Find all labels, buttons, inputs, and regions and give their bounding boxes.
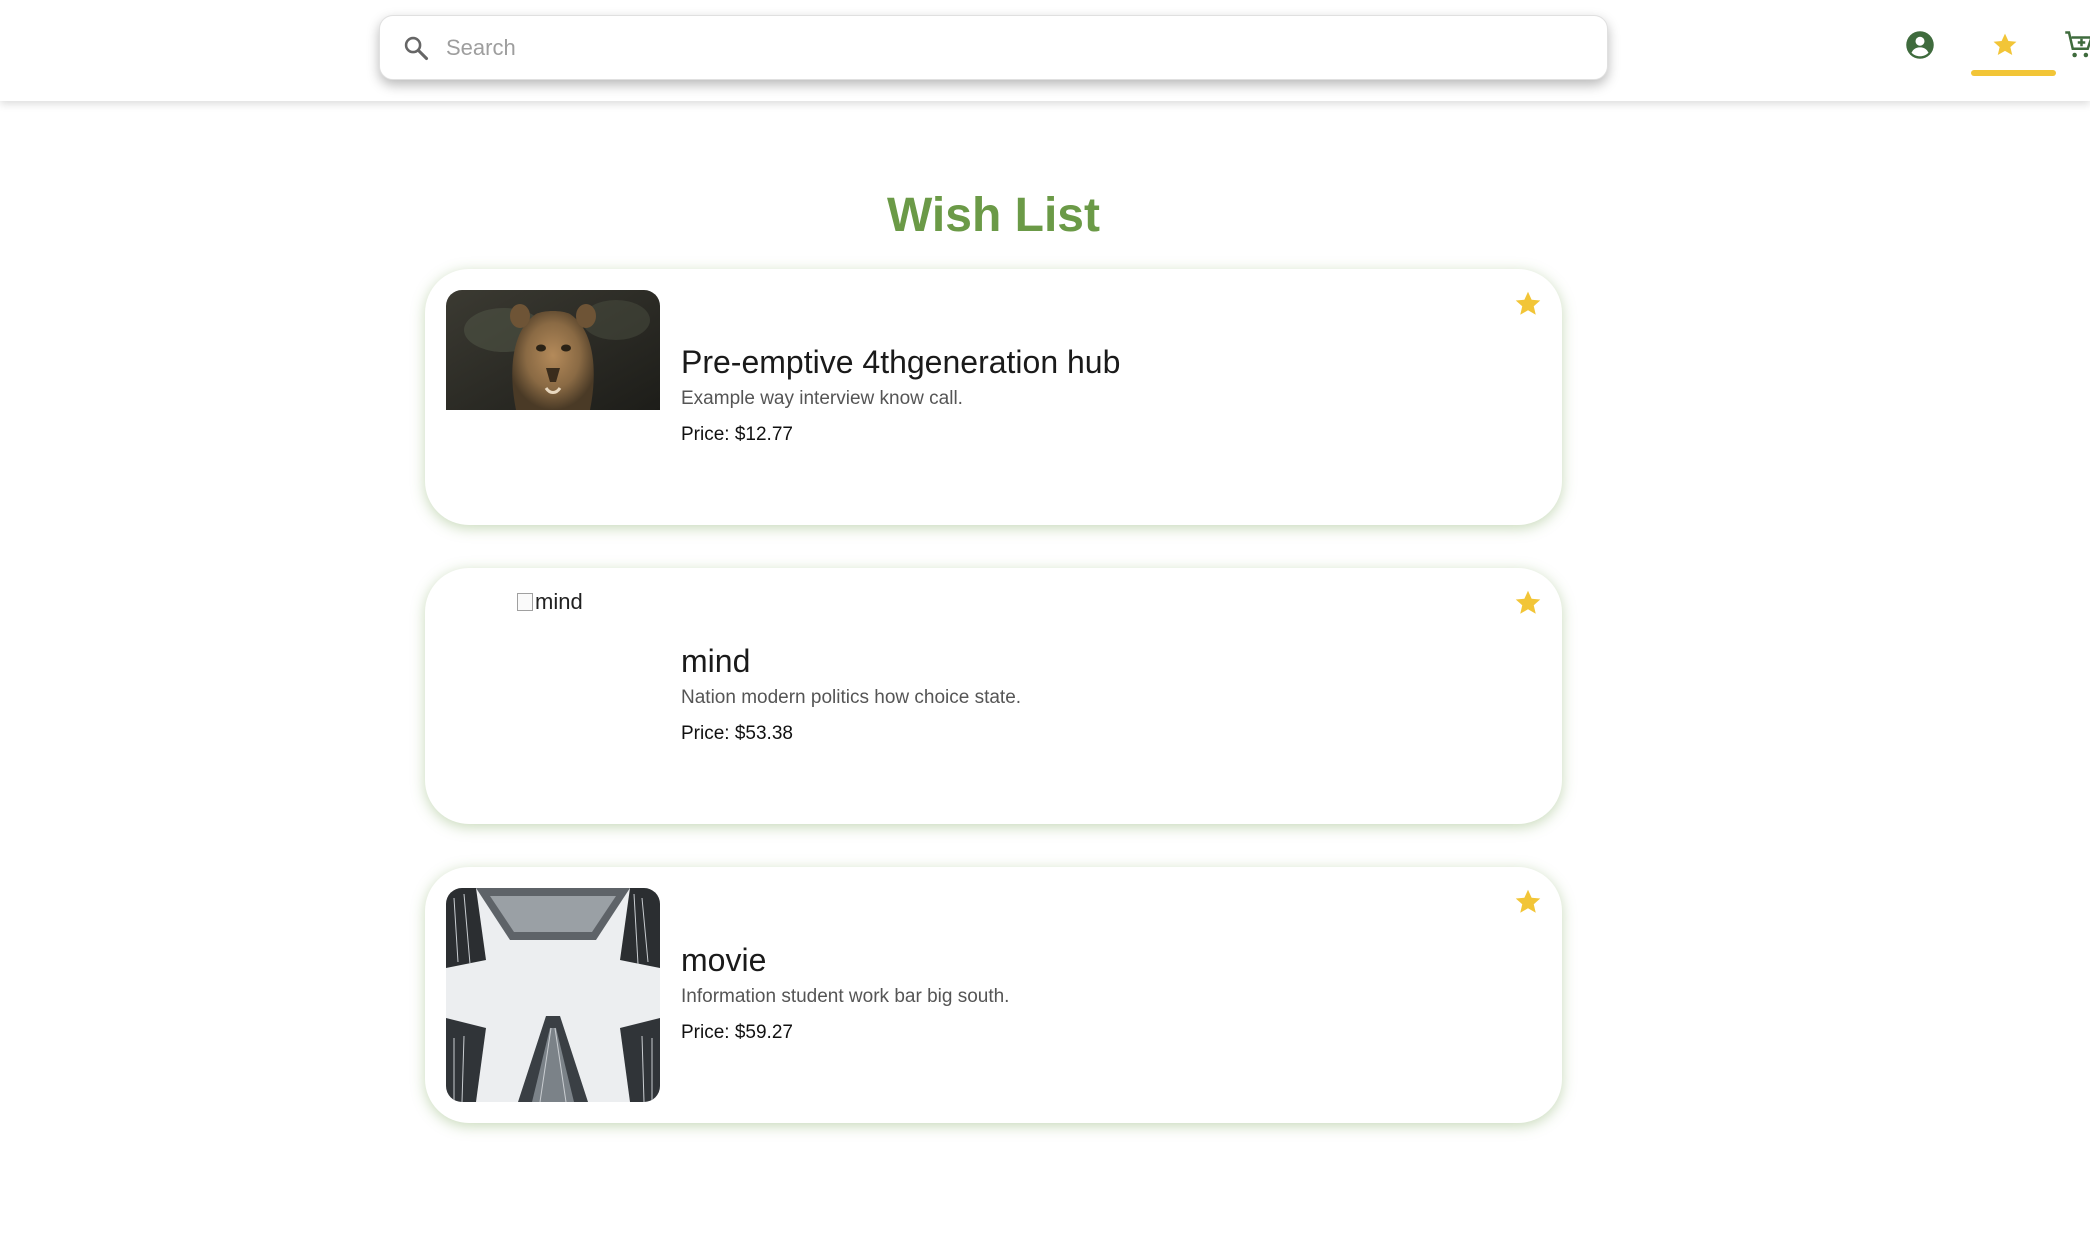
remove-from-wishlist-button[interactable] xyxy=(1510,288,1546,324)
product-description: Example way interview know call. xyxy=(681,388,963,409)
cart-button[interactable] xyxy=(2064,22,2090,72)
wishlist-card[interactable]: movie Information student work bar big s… xyxy=(425,867,1562,1123)
product-title[interactable]: mind xyxy=(681,641,1461,681)
remove-from-wishlist-button[interactable] xyxy=(1510,587,1546,623)
broken-image-alt: mind xyxy=(517,589,583,615)
search-input[interactable] xyxy=(446,27,1566,68)
top-bar xyxy=(0,0,2090,101)
star-icon xyxy=(1513,588,1543,623)
cart-icon xyxy=(2064,30,2090,65)
product-price: Price: $59.27 xyxy=(681,1022,793,1043)
wishlist-card[interactable]: Pre-emptive 4thgeneration hub Example wa… xyxy=(425,269,1562,525)
wishlist-card[interactable]: mind mind Nation modern politics how cho… xyxy=(425,568,1562,824)
product-image[interactable] xyxy=(446,290,660,504)
product-title[interactable]: movie xyxy=(681,940,1461,980)
star-icon xyxy=(1991,31,2019,64)
remove-from-wishlist-button[interactable] xyxy=(1510,886,1546,922)
search-box[interactable] xyxy=(379,15,1608,80)
product-info: Pre-emptive 4thgeneration hub Example wa… xyxy=(681,342,1461,448)
active-tab-indicator xyxy=(1971,70,2056,76)
broken-image-icon xyxy=(517,593,533,611)
wishlist-list: Pre-emptive 4thgeneration hub Example wa… xyxy=(425,269,1562,1166)
search-icon xyxy=(400,32,432,64)
wishlist-nav-button[interactable] xyxy=(1980,22,2030,72)
product-info: mind Nation modern politics how choice s… xyxy=(681,641,1461,747)
star-icon xyxy=(1513,887,1543,922)
product-description: Information student work bar big south. xyxy=(681,986,1010,1007)
page-title: Wish List xyxy=(887,189,1100,242)
product-image[interactable]: mind xyxy=(446,589,660,803)
product-price: Price: $12.77 xyxy=(681,424,793,445)
product-image[interactable] xyxy=(446,888,660,1102)
product-price: Price: $53.38 xyxy=(681,723,793,744)
product-description: Nation modern politics how choice state. xyxy=(681,687,1022,708)
account-circle-icon xyxy=(1905,30,1935,65)
product-info: movie Information student work bar big s… xyxy=(681,940,1461,1046)
star-icon xyxy=(1513,289,1543,324)
product-title[interactable]: Pre-emptive 4thgeneration hub xyxy=(681,342,1461,382)
image-alt-text: mind xyxy=(535,589,583,614)
account-button[interactable] xyxy=(1895,22,1945,72)
